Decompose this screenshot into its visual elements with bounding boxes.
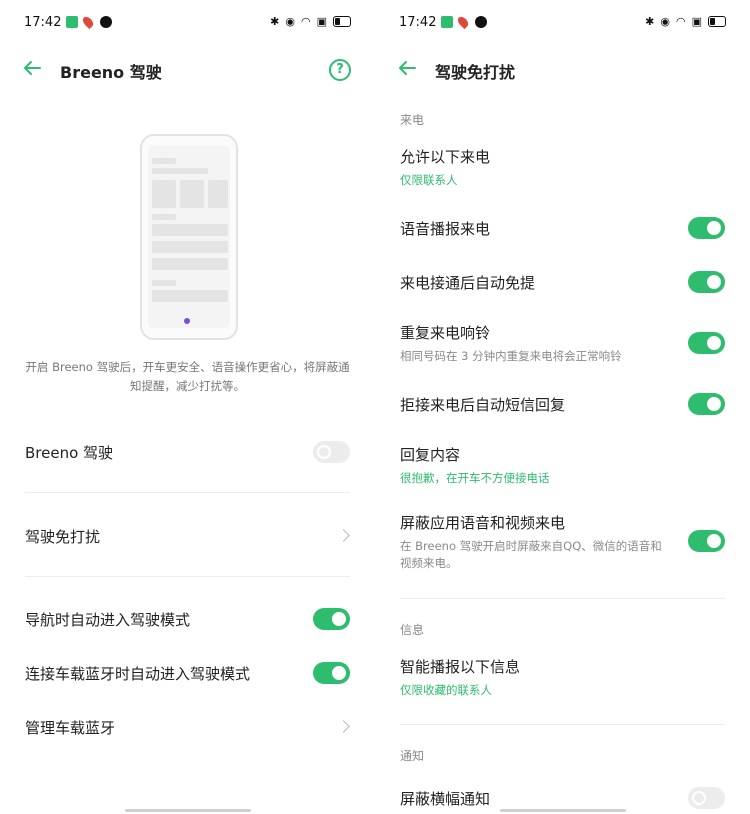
screen-record-icon: ▣ bbox=[691, 15, 702, 28]
section-header-calls: 来电 bbox=[400, 113, 425, 127]
chevron-right-icon bbox=[337, 529, 350, 542]
app-notification-icon bbox=[441, 16, 453, 28]
section-header-notify: 通知 bbox=[400, 749, 425, 763]
back-arrow-icon[interactable] bbox=[397, 58, 417, 78]
home-indicator[interactable] bbox=[125, 809, 251, 812]
location-pin-icon bbox=[455, 14, 471, 30]
globe-icon bbox=[475, 16, 487, 28]
bluetooth-auto-driving-row[interactable]: 连接车载蓝牙时自动进入驾驶模式 bbox=[25, 661, 350, 685]
row-description: 在 Breeno 驾驶开启时屏蔽来自QQ、微信的语音和视频来电。 bbox=[400, 539, 662, 570]
bluetooth-icon: ✱ bbox=[645, 15, 655, 28]
auto-sms-reply-row[interactable]: 拒接来电后自动短信回复 bbox=[400, 392, 725, 416]
row-label: 语音播报来电 bbox=[400, 220, 491, 238]
status-bar: 17:42 ✱ ◉ ◠ ▣ bbox=[24, 14, 351, 32]
chevron-right-icon bbox=[337, 720, 350, 733]
bluetooth-auto-driving-switch[interactable] bbox=[313, 662, 350, 684]
breeno-driving-toggle-row[interactable]: Breeno 驾驶 bbox=[25, 440, 350, 464]
page-title: Breeno 驾驶 bbox=[60, 63, 162, 82]
row-label: Breeno 驾驶 bbox=[25, 444, 114, 462]
row-value: 很抱歉，在开车不方便接电话 bbox=[400, 471, 550, 485]
globe-icon bbox=[100, 16, 112, 28]
phone-illustration-screen bbox=[148, 146, 230, 328]
home-indicator[interactable] bbox=[500, 809, 626, 812]
auto-speaker-switch[interactable] bbox=[688, 271, 725, 293]
row-label: 连接车载蓝牙时自动进入驾驶模式 bbox=[25, 665, 251, 683]
repeat-call-ring-switch[interactable] bbox=[688, 332, 725, 354]
app-bar: Breeno 驾驶 ? bbox=[0, 52, 375, 88]
location-pin-icon bbox=[80, 14, 96, 30]
battery-icon bbox=[333, 16, 351, 27]
row-label: 屏蔽应用语音和视频来电 bbox=[400, 514, 566, 532]
status-time: 17:42 bbox=[24, 15, 62, 30]
row-label: 回复内容 bbox=[400, 446, 461, 464]
navigation-auto-driving-switch[interactable] bbox=[313, 608, 350, 630]
app-notification-icon bbox=[66, 16, 78, 28]
wifi-icon: ◠ bbox=[300, 15, 311, 28]
wifi-icon: ◠ bbox=[675, 15, 686, 28]
navigation-auto-driving-row[interactable]: 导航时自动进入驾驶模式 bbox=[25, 607, 350, 631]
block-banner-switch[interactable] bbox=[688, 787, 725, 809]
app-bar: 驾驶免打扰 bbox=[375, 52, 750, 88]
block-banner-row[interactable]: 屏蔽横幅通知 bbox=[400, 786, 725, 810]
status-time: 17:42 bbox=[399, 15, 437, 30]
section-header-info: 信息 bbox=[400, 623, 425, 637]
battery-icon bbox=[708, 16, 726, 27]
row-label: 智能播报以下信息 bbox=[400, 658, 521, 676]
row-value: 仅限联系人 bbox=[400, 173, 458, 187]
row-value: 仅限收藏的联系人 bbox=[400, 683, 492, 697]
status-icons: ✱ ◉ ◠ ▣ bbox=[270, 15, 351, 28]
divider bbox=[400, 598, 725, 599]
row-label: 来电接通后自动免提 bbox=[400, 274, 536, 292]
status-bar: 17:42 ✱ ◉ ◠ ▣ bbox=[399, 14, 726, 32]
divider bbox=[25, 576, 350, 577]
location-icon: ◉ bbox=[660, 15, 670, 28]
help-icon[interactable]: ? bbox=[329, 59, 351, 81]
block-app-calls-switch[interactable] bbox=[688, 530, 725, 552]
divider bbox=[400, 724, 725, 725]
row-label: 屏蔽横幅通知 bbox=[400, 790, 491, 808]
location-icon: ◉ bbox=[285, 15, 295, 28]
breeno-driving-screen: 17:42 ✱ ◉ ◠ ▣ Breeno 驾驶 ? 开启 Breeno 驾驶后，… bbox=[0, 0, 375, 814]
driving-dnd-row[interactable]: 驾驶免打扰 bbox=[25, 524, 350, 548]
page-title: 驾驶免打扰 bbox=[435, 63, 516, 82]
auto-sms-reply-switch[interactable] bbox=[688, 393, 725, 415]
voice-announce-calls-row[interactable]: 语音播报来电 bbox=[400, 216, 725, 240]
feature-description: 开启 Breeno 驾驶后，开车更安全、语音操作更省心，将屏蔽通知提醒，减少打扰… bbox=[25, 360, 350, 393]
back-arrow-icon[interactable] bbox=[22, 58, 42, 78]
manage-car-bluetooth-row[interactable]: 管理车载蓝牙 bbox=[25, 715, 350, 739]
divider bbox=[25, 492, 350, 493]
row-description: 相同号码在 3 分钟内重复来电将会正常响铃 bbox=[400, 349, 622, 363]
driving-dnd-screen: 17:42 ✱ ◉ ◠ ▣ 驾驶免打扰 来电 允许以下来电 仅限联系人 语音播报… bbox=[375, 0, 750, 814]
screen-record-icon: ▣ bbox=[316, 15, 327, 28]
row-label: 重复来电响铃 bbox=[400, 324, 491, 342]
allowed-calls-row[interactable]: 允许以下来电 仅限联系人 bbox=[400, 146, 725, 190]
phone-illustration bbox=[140, 134, 238, 340]
breeno-driving-switch[interactable] bbox=[313, 441, 350, 463]
status-icons: ✱ ◉ ◠ ▣ bbox=[645, 15, 726, 28]
row-label: 管理车载蓝牙 bbox=[25, 719, 116, 737]
reply-content-row[interactable]: 回复内容 很抱歉，在开车不方便接电话 bbox=[400, 444, 725, 488]
voice-announce-calls-switch[interactable] bbox=[688, 217, 725, 239]
auto-speaker-row[interactable]: 来电接通后自动免提 bbox=[400, 270, 725, 294]
row-label: 驾驶免打扰 bbox=[25, 528, 101, 546]
row-label: 允许以下来电 bbox=[400, 148, 491, 166]
repeat-call-ring-row[interactable]: 重复来电响铃 相同号码在 3 分钟内重复来电将会正常响铃 bbox=[400, 322, 725, 366]
block-app-calls-row[interactable]: 屏蔽应用语音和视频来电 在 Breeno 驾驶开启时屏蔽来自QQ、微信的语音和视… bbox=[400, 512, 725, 576]
bluetooth-icon: ✱ bbox=[270, 15, 280, 28]
row-label: 导航时自动进入驾驶模式 bbox=[25, 611, 191, 629]
row-label: 拒接来电后自动短信回复 bbox=[400, 396, 566, 414]
assistant-orb-icon bbox=[184, 318, 190, 324]
smart-announce-row[interactable]: 智能播报以下信息 仅限收藏的联系人 bbox=[400, 656, 725, 700]
